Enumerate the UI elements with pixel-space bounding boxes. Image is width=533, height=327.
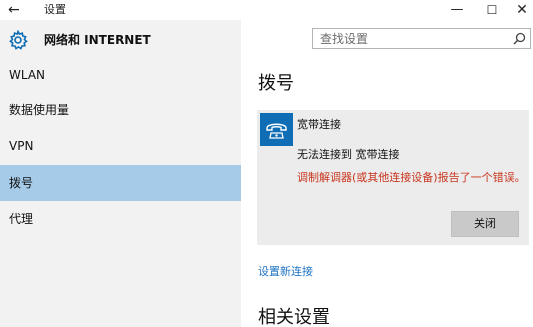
search-input[interactable]: 查找设置 bbox=[312, 28, 531, 49]
sidebar-item-wlan[interactable]: WLAN bbox=[0, 57, 241, 93]
sidebar: 网络和 INTERNET WLAN 数据使用量 VPN 拨号 代理 bbox=[0, 20, 241, 327]
maximize-button[interactable]: ☐ bbox=[477, 0, 507, 20]
sidebar-item-data-usage[interactable]: 数据使用量 bbox=[0, 92, 241, 128]
window-title: 设置 bbox=[44, 3, 66, 16]
minimize-button[interactable]: — bbox=[442, 0, 472, 20]
connection-card[interactable]: 宽带连接 无法连接到 宽带连接 调制解调器(或其他连接设备)报告了一个错误。 关… bbox=[257, 110, 529, 245]
close-window-button[interactable]: ✕ bbox=[507, 0, 533, 20]
sidebar-header: 网络和 INTERNET bbox=[0, 20, 241, 60]
back-arrow-icon[interactable]: ← bbox=[8, 1, 26, 19]
search-placeholder: 查找设置 bbox=[320, 32, 369, 46]
setup-new-connection-link[interactable]: 设置新连接 bbox=[258, 265, 313, 279]
dialup-connection-icon bbox=[260, 113, 293, 146]
related-settings-heading: 相关设置 bbox=[258, 307, 330, 327]
close-button[interactable]: 关闭 bbox=[451, 211, 519, 237]
connection-status: 无法连接到 宽带连接 bbox=[297, 148, 400, 161]
connection-error-message: 调制解调器(或其他连接设备)报告了一个错误。 bbox=[297, 171, 526, 184]
gear-icon bbox=[9, 30, 28, 50]
sidebar-item-dialup[interactable]: 拨号 bbox=[0, 165, 241, 201]
sidebar-item-proxy[interactable]: 代理 bbox=[0, 201, 241, 237]
sidebar-title: 网络和 INTERNET bbox=[44, 33, 151, 47]
page-title: 拨号 bbox=[258, 73, 294, 94]
sidebar-item-vpn[interactable]: VPN bbox=[0, 128, 241, 164]
search-icon[interactable] bbox=[513, 32, 526, 45]
connection-name: 宽带连接 bbox=[297, 118, 341, 131]
title-bar: ← 设置 — ☐ ✕ bbox=[0, 0, 533, 20]
